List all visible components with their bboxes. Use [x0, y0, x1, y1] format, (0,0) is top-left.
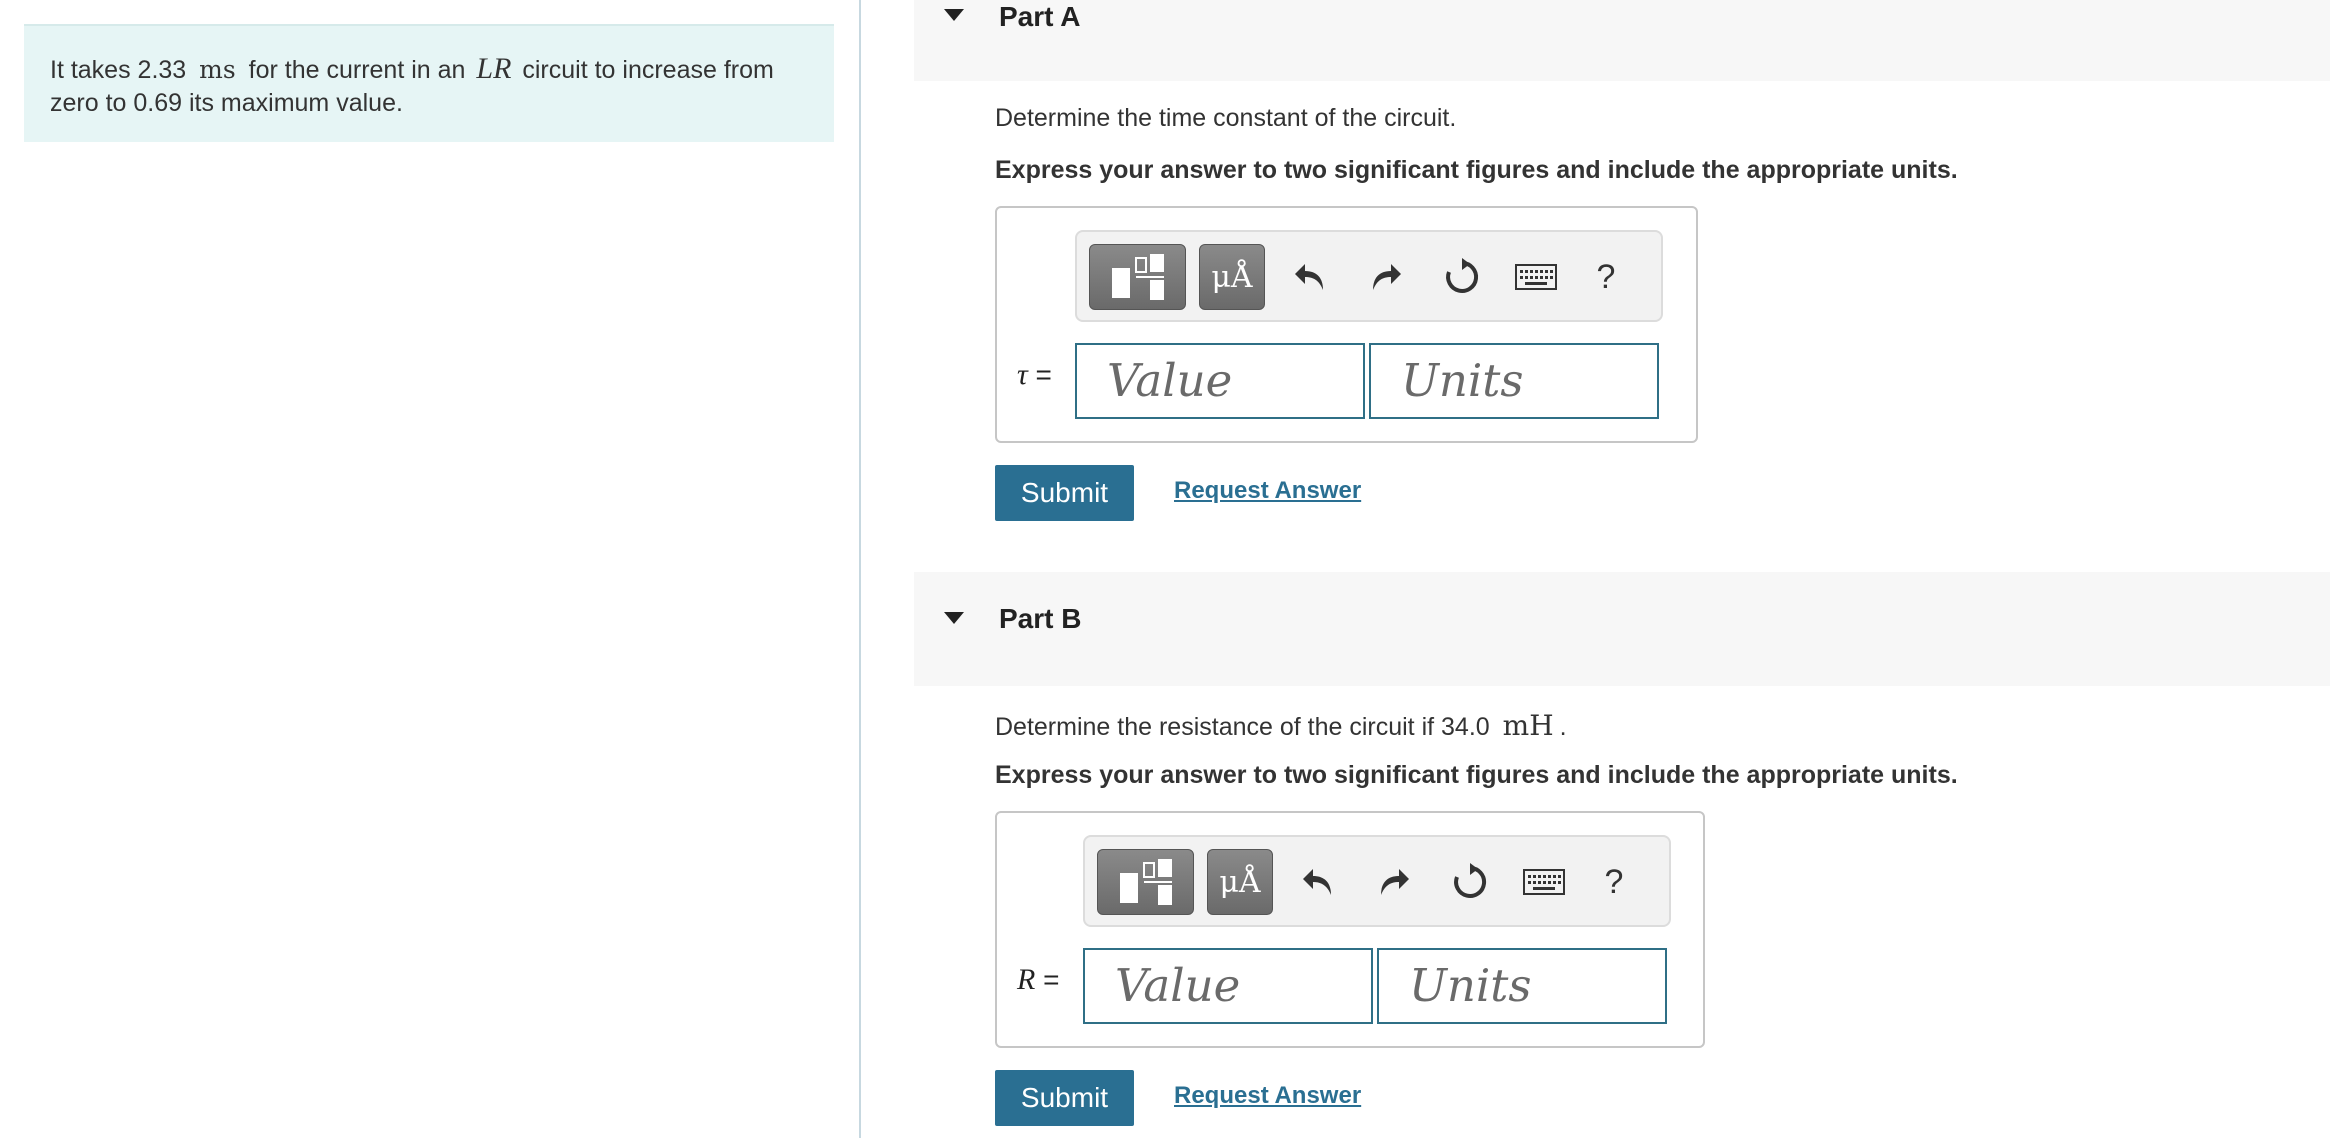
math-toolbar: μÅ ? — [1083, 835, 1671, 927]
equals-sign: = — [1043, 964, 1060, 995]
value-input[interactable]: Value — [1083, 948, 1373, 1024]
tau-label: τ = — [1017, 358, 1052, 392]
symbols-button[interactable]: μÅ — [1199, 244, 1265, 310]
math-toolbar: μÅ ? — [1075, 230, 1663, 322]
equals-sign: = — [1035, 359, 1052, 390]
part-b-title: Part B — [999, 603, 1082, 634]
units-input[interactable]: Units — [1369, 343, 1659, 419]
part-a-title: Part A — [999, 1, 1081, 32]
help-button[interactable]: ? — [1589, 857, 1639, 907]
reset-icon — [1454, 863, 1487, 898]
symbols-icon: μÅ — [1211, 259, 1253, 295]
part-a-answer-box: μÅ ? τ = Value Units — [995, 206, 1698, 443]
part-a-instruction: Express your answer to two significant f… — [995, 156, 1958, 184]
templates-icon — [1111, 254, 1164, 300]
keyboard-button[interactable] — [1519, 857, 1569, 907]
submit-button[interactable]: Submit — [995, 1070, 1134, 1126]
value-input[interactable]: Value — [1075, 343, 1365, 419]
r-variable: R — [1017, 963, 1036, 996]
keyboard-icon — [1515, 264, 1557, 290]
undo-icon — [1295, 264, 1323, 290]
undo-button[interactable] — [1293, 857, 1343, 907]
part-b-header[interactable]: Part B — [914, 572, 2330, 686]
templates-button[interactable] — [1089, 244, 1186, 310]
help-button[interactable]: ? — [1581, 252, 1631, 302]
symbols-icon: μÅ — [1219, 864, 1261, 900]
templates-button[interactable] — [1097, 849, 1194, 915]
part-b-question-text: Determine the resistance of the circuit … — [995, 713, 1490, 741]
redo-icon — [1381, 869, 1409, 895]
request-answer-link[interactable]: Request Answer — [1174, 477, 1361, 505]
part-a-header[interactable]: Part A — [914, 0, 2330, 81]
r-label: R = — [1017, 963, 1059, 997]
units-input[interactable]: Units — [1377, 948, 1667, 1024]
redo-button[interactable] — [1361, 252, 1411, 302]
problem-text-before: It takes 2.33 — [50, 56, 187, 84]
undo-button[interactable] — [1285, 252, 1335, 302]
redo-icon — [1373, 264, 1401, 290]
keyboard-button[interactable] — [1511, 252, 1561, 302]
redo-button[interactable] — [1369, 857, 1419, 907]
request-answer-link[interactable]: Request Answer — [1174, 1082, 1361, 1110]
problem-statement: It takes 2.33 ms for the current in an L… — [24, 24, 834, 142]
collapse-caret-icon[interactable] — [944, 9, 964, 21]
problem-time-unit: ms — [199, 55, 236, 84]
problem-text-middle: for the current in an — [248, 56, 466, 84]
reset-button[interactable] — [1445, 857, 1495, 907]
part-b-question: Determine the resistance of the circuit … — [995, 709, 1567, 742]
help-icon: ? — [1604, 862, 1624, 901]
help-icon: ? — [1596, 257, 1616, 296]
panel-divider — [859, 0, 861, 1138]
problem-circuit-symbol: LR — [476, 52, 512, 85]
keyboard-icon — [1523, 869, 1565, 895]
tau-variable: τ — [1017, 358, 1028, 391]
collapse-caret-icon[interactable] — [944, 612, 964, 624]
part-b-question-unit: mH — [1502, 709, 1554, 742]
symbols-button[interactable]: μÅ — [1207, 849, 1273, 915]
part-b-question-end: . — [1559, 713, 1567, 741]
part-a-question: Determine the time constant of the circu… — [995, 104, 1457, 132]
reset-icon — [1446, 258, 1479, 293]
undo-icon — [1303, 869, 1331, 895]
submit-button[interactable]: Submit — [995, 465, 1134, 521]
templates-icon — [1119, 859, 1172, 905]
reset-button[interactable] — [1437, 252, 1487, 302]
part-b-instruction: Express your answer to two significant f… — [995, 761, 1958, 789]
part-b-answer-box: μÅ ? R = Value Units — [995, 811, 1705, 1048]
